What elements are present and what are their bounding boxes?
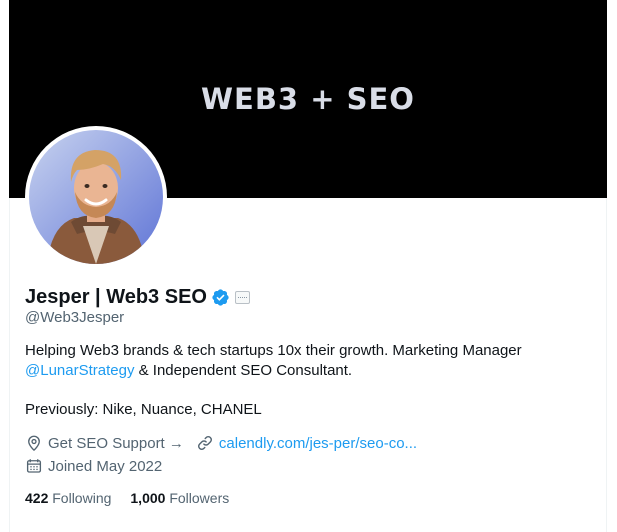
display-name: Jesper | Web3 SEO bbox=[25, 285, 207, 308]
location-text: Get SEO Support → bbox=[48, 434, 184, 452]
following-value: 422 bbox=[25, 490, 49, 506]
affiliate-badge-icon[interactable] bbox=[234, 290, 250, 304]
profile-bio: Helping Web3 brands & tech startups 10x … bbox=[25, 341, 585, 420]
calendar-icon bbox=[26, 459, 42, 473]
following-label: Following bbox=[52, 490, 112, 506]
profile-handle: @Web3Jesper bbox=[25, 309, 125, 326]
following-count[interactable]: 422 Following bbox=[25, 490, 111, 506]
mention-link[interactable]: @LunarStrategy bbox=[25, 362, 134, 379]
avatar-image bbox=[29, 130, 163, 264]
bio-line-2-text: & Independent SEO Consultant. bbox=[134, 362, 353, 379]
profile-meta-row: Get SEO Support → calendly.com/jes-per/s… bbox=[25, 434, 429, 452]
website-item[interactable]: calendly.com/jes-per/seo-co... bbox=[196, 434, 417, 452]
profile-joined-row: Joined May 2022 bbox=[25, 457, 174, 475]
followers-count[interactable]: 1,000 Followers bbox=[130, 490, 229, 506]
location-item: Get SEO Support → bbox=[25, 434, 184, 452]
joined-item: Joined May 2022 bbox=[25, 457, 162, 475]
bio-line-1: Helping Web3 brands & tech startups 10x … bbox=[25, 342, 522, 359]
verified-badge-icon[interactable] bbox=[211, 288, 230, 307]
banner-title: WEB3 + SEO bbox=[201, 82, 415, 116]
joined-text: Joined May 2022 bbox=[48, 457, 163, 475]
bio-spacer bbox=[25, 381, 585, 400]
bio-line-2: @LunarStrategy & Independent SEO Consult… bbox=[25, 361, 585, 381]
avatar[interactable] bbox=[25, 126, 167, 268]
profile-name-row: Jesper | Web3 SEO bbox=[25, 284, 250, 310]
bio-line-3: Previously: Nike, Nuance, CHANEL bbox=[25, 401, 262, 418]
followers-value: 1,000 bbox=[130, 490, 166, 506]
follow-counts: 422 Following 1,000 Followers bbox=[25, 490, 248, 506]
location-pin-icon bbox=[28, 435, 40, 452]
website-link[interactable]: calendly.com/jes-per/seo-co... bbox=[219, 435, 417, 452]
followers-label: Followers bbox=[169, 490, 230, 506]
link-icon bbox=[197, 436, 212, 450]
